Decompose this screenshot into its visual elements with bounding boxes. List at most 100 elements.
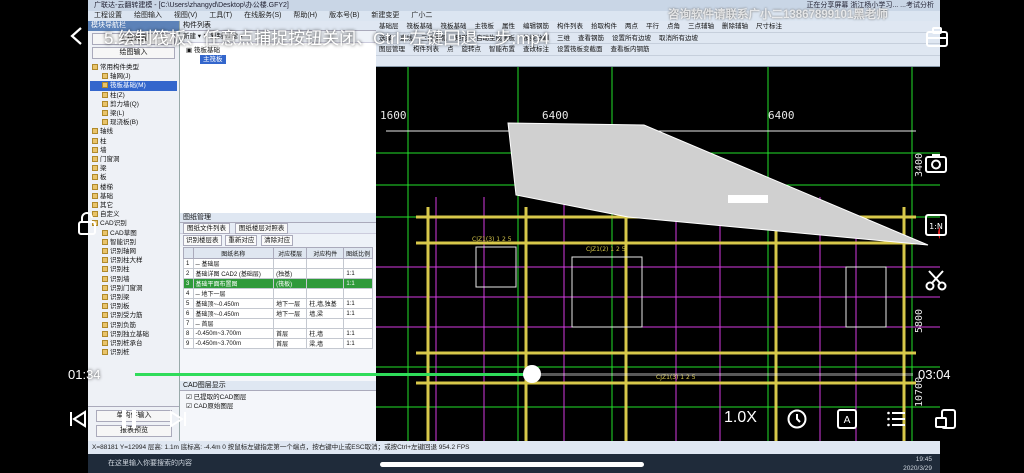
- table-cell: [273, 318, 308, 329]
- folder-icon: [92, 192, 98, 199]
- table-cell: [343, 288, 373, 299]
- scissors-icon[interactable]: [924, 268, 948, 292]
- tree-item: 轴网(J): [90, 72, 177, 81]
- remap-button: 重新对应: [225, 235, 258, 246]
- menu-item: 新建变更: [371, 12, 400, 19]
- drawing-tabs: 图纸文件列表 图纸楼层对照表: [180, 223, 376, 234]
- menu-item: 视图(V): [173, 12, 198, 19]
- toolbar-item: 构件列表: [557, 23, 583, 30]
- tree-item: 识别梁: [90, 293, 177, 302]
- tree-item: 板: [90, 173, 177, 182]
- identify-floors-button: 识别楼层表: [183, 235, 222, 246]
- table-cell: 3: [183, 278, 194, 289]
- camera-icon[interactable]: [924, 152, 948, 174]
- tree-item: 筏板基础(M): [90, 81, 177, 91]
- svg-text:5800: 5800: [914, 309, 925, 333]
- duration: 03:04: [918, 367, 951, 382]
- table-row: 5 基础顶~-0.450m 地下一层 柱,墙,独基 1:1: [183, 298, 373, 309]
- toolbar-item: 查看板内钢筋: [610, 46, 650, 53]
- progress-played: [135, 373, 532, 376]
- tree-item: 识别桩承台: [90, 339, 177, 348]
- folder-icon: [102, 349, 108, 356]
- toolbox-icon[interactable]: [924, 25, 950, 49]
- tree-item: 墙: [90, 146, 177, 155]
- table-cell: ─ 基础层: [192, 258, 275, 269]
- tree-item: 识别负筋: [90, 321, 177, 330]
- toolbar-item: 删除辅轴: [722, 23, 748, 30]
- table-cell: 1:1: [343, 278, 373, 289]
- folder-icon: [102, 110, 108, 117]
- table-cell: 1:1: [343, 328, 373, 339]
- menu-item: 帮助(H): [293, 12, 318, 19]
- cad-drawing: 1600 6400 6400 3400 5800 10700 CJZ1(3) 1…: [376, 67, 940, 441]
- table-cell: [306, 318, 345, 329]
- next-icon[interactable]: [168, 409, 188, 429]
- menu-item: 工具(T): [209, 12, 233, 19]
- lock-icon[interactable]: [76, 211, 98, 237]
- tree-item: 轴线: [90, 127, 177, 136]
- table-cell: 基础顶~-0.450m: [192, 308, 275, 319]
- video-frame[interactable]: 广联达-云翻转建模 - [C:\Users\zhangyd\Desktop\办公…: [88, 0, 940, 473]
- table-cell: [273, 258, 308, 269]
- tree-item: 识别板: [90, 302, 177, 311]
- table-cell: 基础详图 CAD2 (基础层): [192, 268, 275, 279]
- table-row: 3 基础平面布置图 (筏板) 1:1: [183, 278, 373, 289]
- folder-icon: [92, 174, 98, 181]
- home-indicator[interactable]: [380, 462, 644, 467]
- drawing-buttons: 识别楼层表 重新对应 清除对应: [180, 234, 376, 247]
- tree-child: 主筏板: [186, 55, 370, 64]
- menu-item: 版本号(B): [329, 12, 360, 19]
- toolbar-item: 拾取构件: [591, 23, 617, 30]
- dim-top: 6400: [542, 109, 569, 122]
- folder-icon: [102, 238, 108, 245]
- folder-icon: [102, 294, 108, 301]
- table-row: 1 ─ 基础层: [183, 258, 373, 269]
- drawing-manager-header: 图纸管理: [180, 213, 376, 223]
- table-cell: 柱,墙,独基: [306, 298, 345, 309]
- folder-icon: [102, 284, 108, 291]
- menu-item: 工程设置: [94, 12, 122, 19]
- folder-icon: [92, 156, 98, 163]
- back-icon[interactable]: [66, 24, 88, 48]
- timer-icon[interactable]: [786, 408, 808, 430]
- menu-item: 广小二: [411, 12, 433, 19]
- table-cell: 首层: [273, 338, 308, 349]
- folder-icon: [102, 303, 108, 310]
- table-cell: 1: [183, 258, 194, 269]
- speed-button[interactable]: 1.0X: [724, 409, 757, 427]
- table-cell: [306, 288, 345, 299]
- folder-icon: [102, 330, 108, 337]
- taskbar-search: 在这里输入你要搜索的内容: [108, 460, 192, 467]
- subtitle-icon[interactable]: A: [836, 408, 858, 430]
- tree-item: 柱: [90, 137, 177, 146]
- ratio-icon[interactable]: 1:N: [924, 213, 948, 237]
- tree-item: 识别轴网: [90, 247, 177, 256]
- table-cell: [343, 258, 373, 269]
- dimensions: 1600 6400 6400: [380, 109, 795, 122]
- tree-item: 楼梯: [90, 183, 177, 192]
- folder-icon: [102, 340, 108, 347]
- toolbar-item: 查看钢筋: [578, 34, 604, 42]
- table-row: 4 ─ 地下一层: [183, 288, 373, 299]
- rotate-screen-icon[interactable]: [934, 408, 958, 430]
- table-cell: 4: [183, 288, 194, 299]
- table-cell: 6: [183, 308, 194, 319]
- folder-icon: [102, 266, 108, 273]
- col-header: [183, 247, 194, 259]
- playlist-icon[interactable]: [886, 408, 908, 430]
- previous-icon[interactable]: [68, 409, 88, 429]
- raft-polygon: [507, 122, 929, 246]
- progress-thumb[interactable]: [522, 365, 541, 383]
- tree-item: 智能识别: [90, 238, 177, 247]
- toolbar-item: 设置筏板变截面: [557, 46, 603, 53]
- progress-bar[interactable]: [135, 365, 913, 383]
- menu-item: 绘图输入: [133, 12, 162, 19]
- table-cell: 基础平面布置图: [192, 278, 275, 289]
- pause-icon[interactable]: [118, 407, 140, 431]
- folder-icon: [92, 202, 98, 209]
- table-cell: [306, 258, 345, 269]
- table-cell: -0.450m~3.700m: [192, 338, 275, 349]
- cad-canvas: 1600 6400 6400 3400 5800 10700 CJZ1(3) 1…: [376, 67, 940, 441]
- tree-item: 其它: [90, 201, 177, 210]
- table-cell: (筏板): [273, 278, 308, 289]
